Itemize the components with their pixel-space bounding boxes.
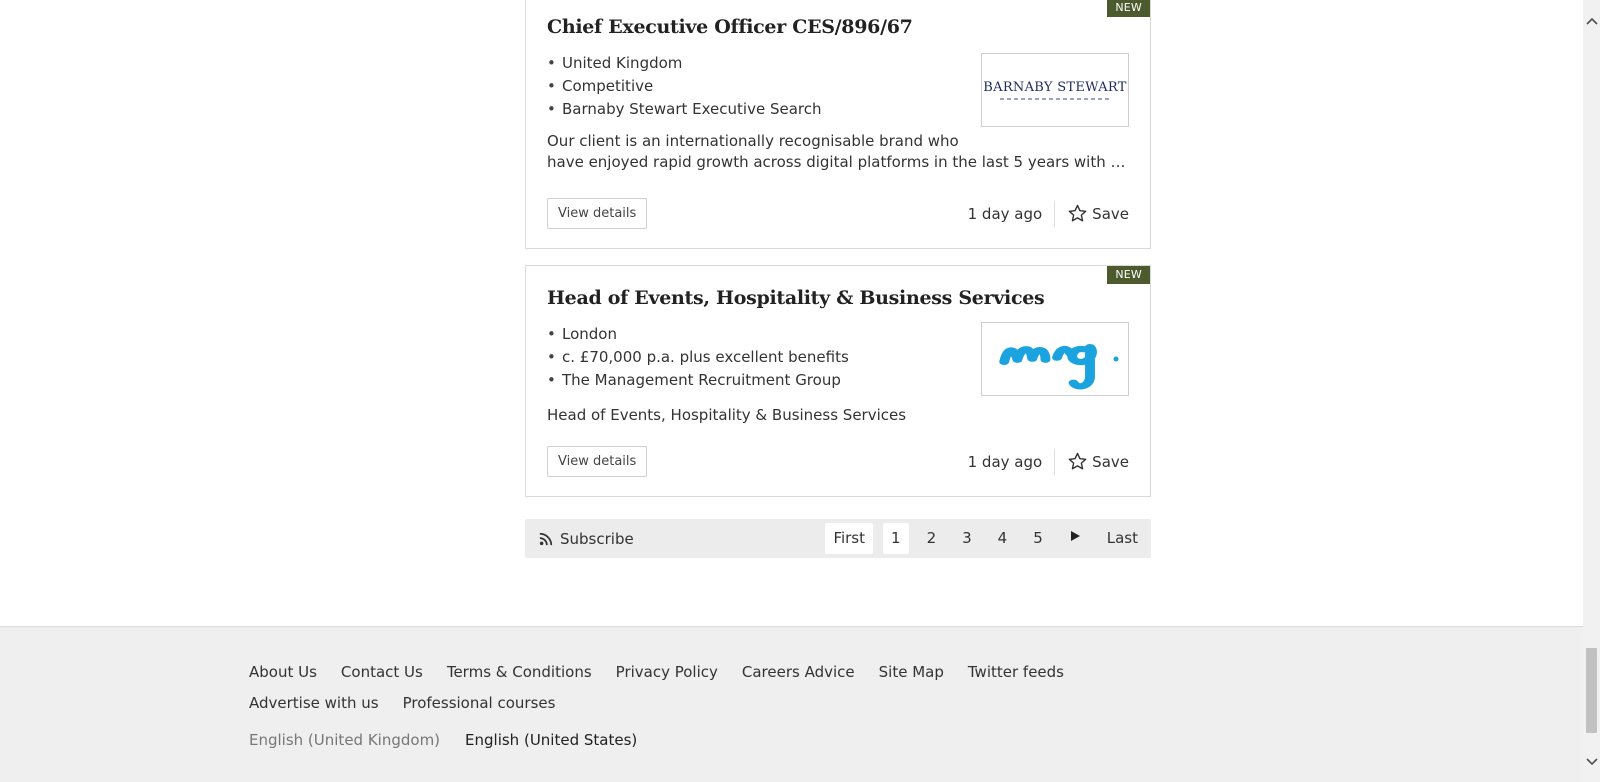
subscribe-link[interactable]: Subscribe (539, 519, 634, 558)
next-page-button[interactable] (1061, 523, 1089, 554)
page-link-3[interactable]: 3 (954, 523, 980, 554)
star-icon (1068, 452, 1087, 470)
mrg-logo (999, 343, 1119, 390)
job-card: NEW Head of Events, Hospitality & Busine… (525, 265, 1151, 497)
view-details-button[interactable]: View details (547, 198, 648, 229)
vertical-scrollbar[interactable] (1583, 0, 1600, 782)
new-badge: NEW (1107, 266, 1150, 284)
scrollbar-thumb[interactable] (1586, 648, 1597, 733)
footer-link-professional-courses[interactable]: Professional courses (403, 688, 556, 719)
logo-wordmark: BARNABY STEWART (983, 80, 1127, 95)
job-salary: c. £70,000 p.a. plus excellent benefits (547, 346, 849, 369)
rss-icon (539, 532, 553, 545)
footer-link-twitter-feeds[interactable]: Twitter feeds (968, 657, 1064, 688)
language-en-us[interactable]: English (United States) (465, 731, 637, 749)
footer-link-contact-us[interactable]: Contact Us (341, 657, 423, 688)
job-title-link[interactable]: Chief Executive Officer CES/896/67 (547, 16, 913, 38)
job-recruiter: Barnaby Stewart Executive Search (547, 98, 822, 121)
recruiter-logo[interactable]: BARNABY STEWART (981, 53, 1129, 127)
footer-link-careers-advice[interactable]: Careers Advice (742, 657, 855, 688)
language-switcher: English (United Kingdom) English (United… (249, 731, 662, 749)
job-salary: Competitive (547, 75, 822, 98)
language-en-gb: English (United Kingdom) (249, 731, 441, 749)
page-link-4[interactable]: 4 (990, 523, 1016, 554)
logo-tagline-line (1000, 98, 1110, 100)
new-badge: NEW (1107, 0, 1150, 17)
job-description: Our client is an internationally recogni… (547, 131, 1133, 173)
job-location: London (547, 323, 849, 346)
job-card-footer: 1 day ago Save (968, 198, 1129, 229)
save-label: Save (1092, 452, 1129, 471)
job-title-link[interactable]: Head of Events, Hospitality & Business S… (547, 287, 1045, 309)
description-line: have enjoyed rapid growth across digital… (547, 153, 1133, 171)
site-footer: About Us Contact Us Terms & Conditions P… (0, 626, 1583, 782)
job-recruiter: The Management Recruitment Group (547, 369, 849, 392)
save-job-button[interactable]: Save (1067, 451, 1129, 472)
scroll-down-button[interactable] (1583, 753, 1600, 770)
last-page-link[interactable]: Last (1099, 523, 1146, 554)
first-page-link[interactable]: First (825, 523, 874, 554)
subscribe-label: Subscribe (560, 529, 634, 548)
view-details-button[interactable]: View details (547, 446, 648, 477)
save-job-button[interactable]: Save (1067, 203, 1129, 224)
job-meta-list: United Kingdom Competitive Barnaby Stewa… (547, 52, 822, 121)
posted-date: 1 day ago (968, 200, 1056, 227)
page-link-2[interactable]: 2 (919, 523, 945, 554)
page: NEW Chief Executive Officer CES/896/67 U… (0, 0, 1583, 782)
page-link-5[interactable]: 5 (1025, 523, 1051, 554)
job-description: Head of Events, Hospitality & Business S… (547, 406, 907, 424)
save-label: Save (1092, 204, 1129, 223)
description-line: Our client is an internationally recogni… (547, 132, 959, 150)
footer-link-about-us[interactable]: About Us (249, 657, 317, 688)
barnaby-stewart-logo: BARNABY STEWART (983, 80, 1126, 100)
page-links: First 1 2 3 4 5 Last (825, 519, 1151, 558)
footer-link-advertise[interactable]: Advertise with us (249, 688, 379, 719)
scroll-up-button[interactable] (1583, 12, 1600, 29)
job-location: United Kingdom (547, 52, 822, 75)
recruiter-logo[interactable] (981, 322, 1129, 396)
chevron-up-icon (1585, 17, 1598, 25)
page-link-1[interactable]: 1 (883, 523, 909, 554)
footer-link-terms[interactable]: Terms & Conditions (447, 657, 592, 688)
job-card-footer: 1 day ago Save (968, 446, 1129, 477)
footer-link-site-map[interactable]: Site Map (879, 657, 944, 688)
posted-date: 1 day ago (968, 448, 1056, 475)
star-icon (1068, 204, 1087, 222)
footer-links: About Us Contact Us Terms & Conditions P… (249, 657, 1209, 719)
chevron-down-icon (1585, 757, 1598, 765)
job-card: NEW Chief Executive Officer CES/896/67 U… (525, 0, 1151, 249)
pagination-bar: Subscribe First 1 2 3 4 5 Last (525, 519, 1151, 558)
footer-link-privacy[interactable]: Privacy Policy (616, 657, 718, 688)
play-arrow-icon (1070, 531, 1080, 541)
job-meta-list: London c. £70,000 p.a. plus excellent be… (547, 323, 849, 392)
